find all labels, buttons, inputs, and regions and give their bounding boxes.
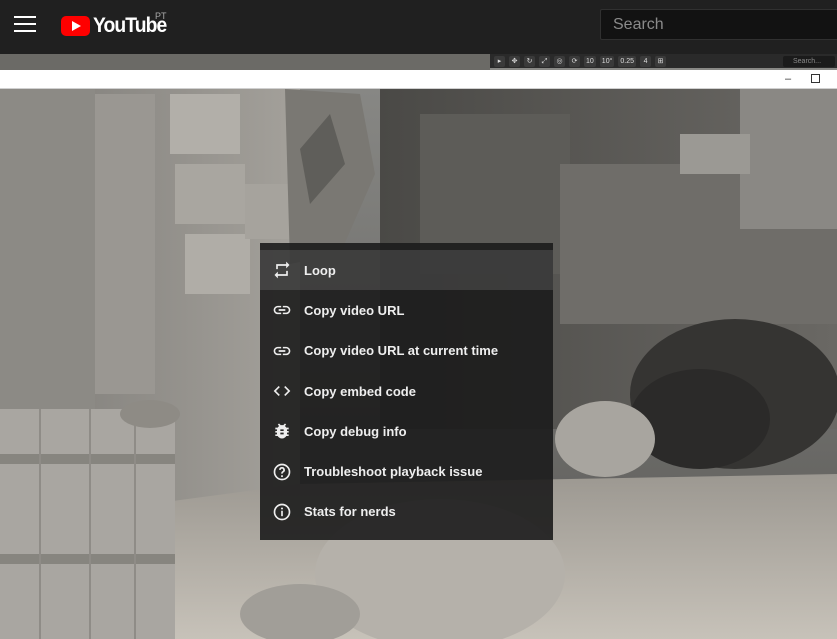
masthead: YouTube PT	[0, 0, 837, 54]
world-icon[interactable]: ◎	[554, 55, 565, 67]
editor-search[interactable]: Search...	[783, 55, 835, 67]
menu-item-troubleshoot-playback[interactable]: Troubleshoot playback issue	[260, 451, 553, 491]
menu-item-label: Copy debug info	[304, 423, 407, 439]
player-context-menu: Loop Copy video URL Copy video URL at cu…	[260, 243, 553, 540]
menu-item-label: Copy embed code	[304, 383, 416, 399]
menu-item-label: Stats for nerds	[304, 504, 396, 520]
bug-icon	[275, 423, 289, 439]
scale-snap-value[interactable]: 0.25	[618, 55, 637, 67]
minimize-icon[interactable]: –	[785, 73, 791, 85]
menu-item-label: Loop	[304, 262, 336, 278]
info-icon	[273, 503, 291, 521]
search-box[interactable]	[600, 9, 837, 40]
menu-item-stats-for-nerds[interactable]: Stats for nerds	[260, 492, 553, 532]
country-code: PT	[155, 11, 167, 21]
menu-item-copy-debug-info[interactable]: Copy debug info	[260, 411, 553, 451]
loop-icon	[274, 261, 290, 279]
select-tool-icon[interactable]: ▸	[494, 55, 505, 67]
layout-icon[interactable]: ⊞	[655, 55, 667, 67]
menu-item-copy-video-url-current-time[interactable]: Copy video URL at current time	[260, 331, 553, 371]
editor-window-bar: –	[0, 70, 837, 89]
menu-item-loop[interactable]: Loop	[260, 250, 553, 291]
youtube-play-icon	[61, 16, 90, 36]
surface-snap-icon[interactable]: ⟳	[569, 55, 580, 67]
menu-item-label: Copy video URL	[304, 302, 405, 318]
grid-snap-value[interactable]: 10	[584, 55, 596, 67]
help-circle-icon	[273, 463, 291, 480]
maximize-icon[interactable]	[811, 74, 820, 83]
link-icon	[273, 306, 291, 315]
editor-toolbar: ▸ ✥ ↻ ⤢ ◎ ⟳ 10 10° 0.25 4 ⊞ Search...	[490, 54, 837, 68]
menu-item-label: Troubleshoot playback issue	[304, 464, 483, 480]
menu-item-copy-embed-code[interactable]: Copy embed code	[260, 371, 553, 411]
link-icon	[273, 346, 291, 355]
rotate-tool-icon[interactable]: ↻	[524, 55, 535, 67]
menu-item-label: Copy video URL at current time	[304, 343, 499, 359]
scale-tool-icon[interactable]: ⤢	[539, 55, 550, 67]
menu-icon[interactable]	[14, 16, 36, 34]
menu-item-copy-video-url[interactable]: Copy video URL	[260, 290, 553, 330]
search-input[interactable]	[601, 10, 837, 39]
code-icon	[273, 386, 291, 397]
move-tool-icon[interactable]: ✥	[509, 55, 520, 67]
camera-speed-value[interactable]: 4	[640, 55, 652, 67]
rotation-snap-value[interactable]: 10°	[599, 55, 615, 67]
